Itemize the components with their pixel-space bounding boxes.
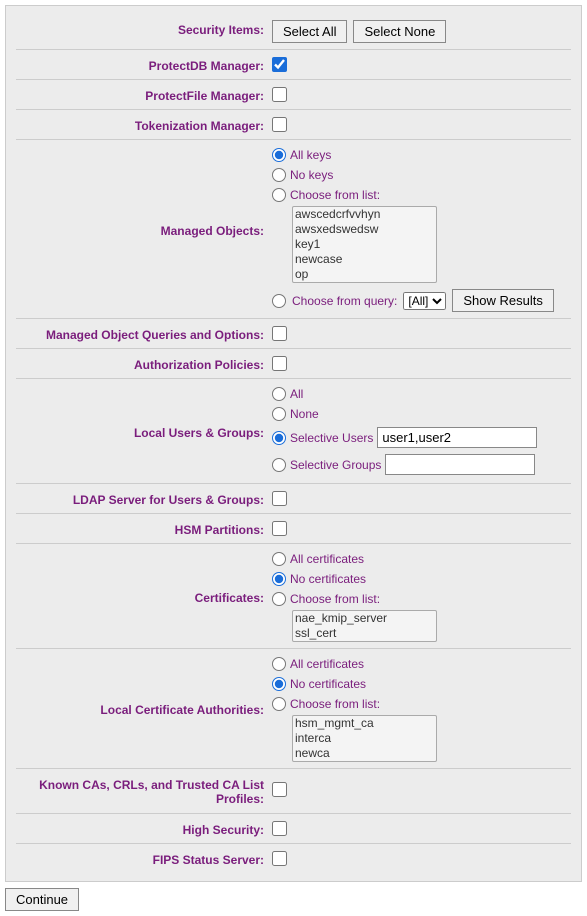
row-auth-policies: Authorization Policies: <box>16 349 571 379</box>
ldap-checkbox[interactable] <box>272 491 287 506</box>
label-certificates: Certificates: <box>16 588 272 605</box>
lu-all-radio[interactable] <box>272 387 286 401</box>
cert-choose-radio[interactable] <box>272 592 286 606</box>
lu-sel-groups-label: Selective Groups <box>290 458 381 472</box>
lu-all-label: All <box>290 387 303 401</box>
cert-choose-label: Choose from list: <box>290 592 380 606</box>
select-none-button[interactable]: Select None <box>353 20 446 43</box>
row-ldap: LDAP Server for Users & Groups: <box>16 484 571 514</box>
label-high-security: High Security: <box>16 820 272 837</box>
lu-sel-users-label: Selective Users <box>290 431 373 445</box>
label-local-users: Local Users & Groups: <box>16 423 272 440</box>
label-fips: FIPS Status Server: <box>16 850 272 867</box>
cert-all-radio[interactable] <box>272 552 286 566</box>
row-fips: FIPS Status Server: <box>16 844 571 873</box>
mo-no-keys-radio[interactable] <box>272 168 286 182</box>
cert-list[interactable]: nae_kmip_serverssl_cert <box>292 610 437 642</box>
cert-all-label: All certificates <box>290 552 364 566</box>
row-protectfile: ProtectFile Manager: <box>16 80 571 110</box>
row-local-users: Local Users & Groups: All None Selective… <box>16 379 571 484</box>
lu-none-radio[interactable] <box>272 407 286 421</box>
lu-sel-users-radio[interactable] <box>272 431 286 445</box>
continue-button[interactable]: Continue <box>5 888 79 911</box>
label-mo-queries: Managed Object Queries and Options: <box>16 325 272 342</box>
label-protectdb: ProtectDB Manager: <box>16 56 272 73</box>
hsm-checkbox[interactable] <box>272 521 287 536</box>
row-high-security: High Security: <box>16 814 571 844</box>
lu-sel-groups-radio[interactable] <box>272 458 286 472</box>
label-security-items: Security Items: <box>16 20 272 37</box>
row-managed-objects: Managed Objects: All keys No keys Choose… <box>16 140 571 319</box>
mo-queries-checkbox[interactable] <box>272 326 287 341</box>
mo-no-keys-label: No keys <box>290 168 333 182</box>
select-all-button[interactable]: Select All <box>272 20 347 43</box>
cert-none-radio[interactable] <box>272 572 286 586</box>
lu-none-label: None <box>290 407 319 421</box>
mo-choose-list-radio[interactable] <box>272 188 286 202</box>
mo-list[interactable]: awscedcrfvvhynawsxedswedswkey1newcaseop <box>292 206 437 283</box>
row-known-cas: Known CAs, CRLs, and Trusted CA List Pro… <box>16 769 571 814</box>
row-tokenization: Tokenization Manager: <box>16 110 571 140</box>
row-hsm: HSM Partitions: <box>16 514 571 544</box>
label-hsm: HSM Partitions: <box>16 520 272 537</box>
lca-none-radio[interactable] <box>272 677 286 691</box>
lca-none-label: No certificates <box>290 677 366 691</box>
label-managed-objects: Managed Objects: <box>16 221 272 238</box>
row-security-items: Security Items: Select All Select None <box>16 14 571 50</box>
cert-none-label: No certificates <box>290 572 366 586</box>
security-panel: Security Items: Select All Select None P… <box>5 5 582 882</box>
mo-choose-list-label: Choose from list: <box>290 188 380 202</box>
label-local-ca: Local Certificate Authorities: <box>16 700 272 717</box>
row-certificates: Certificates: All certificates No certif… <box>16 544 571 649</box>
lca-choose-label: Choose from list: <box>290 697 380 711</box>
mo-choose-query-radio[interactable] <box>272 294 286 308</box>
mo-choose-query-label: Choose from query: <box>292 294 397 308</box>
label-auth-policies: Authorization Policies: <box>16 355 272 372</box>
show-results-button[interactable]: Show Results <box>452 289 553 312</box>
lu-sel-users-input[interactable] <box>377 427 537 448</box>
mo-all-keys-radio[interactable] <box>272 148 286 162</box>
auth-policies-checkbox[interactable] <box>272 356 287 371</box>
protectfile-checkbox[interactable] <box>272 87 287 102</box>
row-protectdb: ProtectDB Manager: <box>16 50 571 80</box>
lca-list[interactable]: hsm_mgmt_caintercanewca <box>292 715 437 762</box>
mo-all-keys-label: All keys <box>290 148 331 162</box>
known-cas-checkbox[interactable] <box>272 782 287 797</box>
label-known-cas: Known CAs, CRLs, and Trusted CA List Pro… <box>16 775 272 807</box>
label-ldap: LDAP Server for Users & Groups: <box>16 490 272 507</box>
lu-sel-groups-input[interactable] <box>385 454 535 475</box>
lca-all-label: All certificates <box>290 657 364 671</box>
lca-all-radio[interactable] <box>272 657 286 671</box>
high-security-checkbox[interactable] <box>272 821 287 836</box>
protectdb-checkbox[interactable] <box>272 57 287 72</box>
mo-query-dropdown[interactable]: [All] <box>403 292 446 310</box>
label-tokenization: Tokenization Manager: <box>16 116 272 133</box>
row-local-ca: Local Certificate Authorities: All certi… <box>16 649 571 769</box>
label-protectfile: ProtectFile Manager: <box>16 86 272 103</box>
fips-checkbox[interactable] <box>272 851 287 866</box>
tokenization-checkbox[interactable] <box>272 117 287 132</box>
row-mo-queries: Managed Object Queries and Options: <box>16 319 571 349</box>
lca-choose-radio[interactable] <box>272 697 286 711</box>
